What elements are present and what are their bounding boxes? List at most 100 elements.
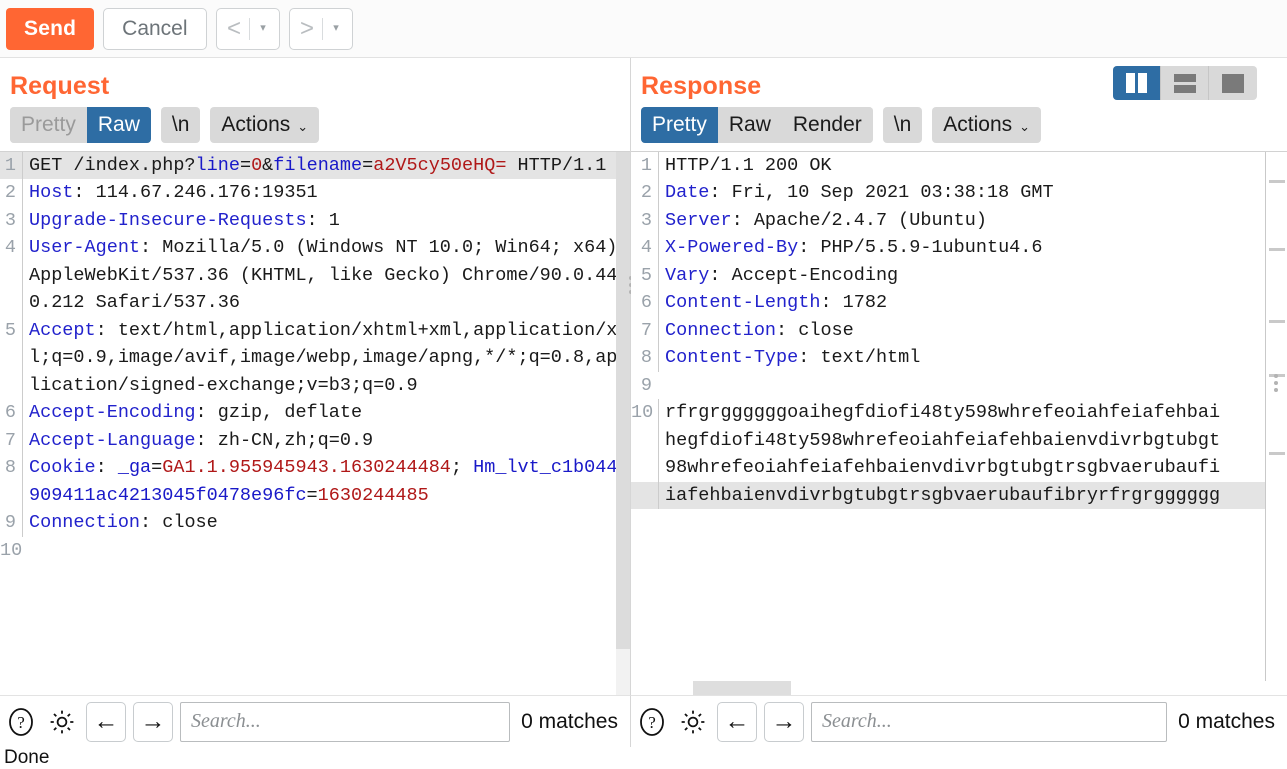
- tab-response-raw[interactable]: Raw: [717, 107, 782, 143]
- status-bar: Done: [0, 747, 1287, 769]
- minimap-handle[interactable]: [1274, 373, 1278, 392]
- cancel-button[interactable]: Cancel: [103, 7, 207, 50]
- split-horizontal-icon: [1173, 73, 1196, 93]
- search-input[interactable]: [180, 701, 511, 742]
- code-line: 6 Accept-Encoding: gzip, deflate: [0, 399, 630, 427]
- scrollbar-thumb[interactable]: [693, 681, 791, 695]
- send-button[interactable]: Send: [6, 7, 95, 50]
- chevron-down-icon[interactable]: ▾: [250, 23, 276, 34]
- split-vertical-icon: [1126, 73, 1147, 93]
- line-number: 10: [0, 539, 23, 561]
- code-line: 9: [631, 372, 1287, 400]
- response-editor[interactable]: 1 HTTP/1.1 200 OK 2 Date: Fri, 10 Sep 2021 …: [631, 151, 1287, 695]
- help-icon[interactable]: ?: [4, 705, 38, 739]
- code-line: 5 Accept: text/html,application/xhtml+xml…: [0, 316, 630, 400]
- scrollbar-thumb[interactable]: [616, 151, 630, 649]
- code-text: Accept-Language: zh-CN,zh;q=0.9: [22, 426, 630, 455]
- editor-panes: Request Pretty Raw \n Actions ⌄ 1 GET /ind…: [0, 58, 1287, 695]
- code-line: hegfdiofi48ty598whrefeoiahfeiafehbaienvd…: [631, 426, 1287, 455]
- next-request-button[interactable]: > ▾: [288, 7, 353, 50]
- gear-icon[interactable]: [676, 705, 710, 739]
- response-tabstrip: Pretty Raw Render \n Actions ⌄: [631, 107, 1287, 151]
- dot: [1274, 380, 1278, 385]
- line-number: 10: [631, 402, 654, 424]
- response-view-tabs: Pretty Raw Render: [641, 107, 873, 143]
- line-number: 5: [640, 264, 652, 286]
- request-view-tabs: Pretty Raw: [10, 107, 151, 143]
- tab-response-newline[interactable]: \n: [882, 107, 923, 143]
- search-next-button[interactable]: →: [764, 701, 804, 742]
- request-search-bar: ? ← → 0 matches: [0, 695, 630, 747]
- search-prev-button[interactable]: ←: [86, 701, 126, 742]
- line-number: 9: [4, 512, 16, 534]
- response-horizontal-scrollbar[interactable]: [631, 681, 1287, 695]
- code-text: Content-Length: 1782: [658, 289, 1287, 317]
- code-text: iafehbaienvdivrbgtubgtrsgbvaerubaufibryr…: [658, 481, 1287, 510]
- line-number: 3: [640, 209, 652, 231]
- code-line: 2 Date: Fri, 10 Sep 2021 03:38:18 GMT: [631, 179, 1287, 207]
- match-count: 0 matches: [1178, 709, 1275, 733]
- request-tabstrip: Pretty Raw \n Actions ⌄: [0, 107, 630, 151]
- line-number: 2: [640, 182, 652, 204]
- code-text: Connection: close: [22, 509, 630, 537]
- code-line: 3 Upgrade-Insecure-Requests: 1: [0, 206, 630, 235]
- code-line: 9 Connection: close: [0, 509, 630, 537]
- tab-request-actions[interactable]: Actions ⌄: [210, 107, 320, 143]
- code-line: 2 Host: 114.67.246.176:19351: [0, 179, 630, 207]
- request-vertical-scrollbar[interactable]: [616, 151, 630, 695]
- tab-response-pretty[interactable]: Pretty: [641, 107, 718, 143]
- response-actions-tab: Actions ⌄: [932, 107, 1042, 143]
- tab-response-render[interactable]: Render: [781, 107, 873, 143]
- code-line: 4 User-Agent: Mozilla/5.0 (Windows NT 10.…: [0, 234, 630, 317]
- code-line: 5 Vary: Accept-Encoding: [631, 261, 1287, 290]
- code-text: Date: Fri, 10 Sep 2021 03:38:18 GMT: [658, 179, 1287, 207]
- match-count: 0 matches: [521, 709, 618, 733]
- top-toolbar: Send Cancel < ▾ > ▾: [0, 0, 1287, 58]
- layout-single-button[interactable]: [1209, 66, 1257, 100]
- svg-text:?: ?: [17, 713, 25, 732]
- line-number: 6: [4, 402, 16, 424]
- help-icon[interactable]: ?: [635, 705, 669, 739]
- tab-request-newline[interactable]: \n: [160, 107, 201, 143]
- svg-text:?: ?: [648, 713, 656, 732]
- tab-request-pretty[interactable]: Pretty: [10, 107, 87, 143]
- line-number: 5: [4, 319, 16, 341]
- line-number: 7: [4, 429, 16, 451]
- search-next-button[interactable]: →: [133, 701, 173, 742]
- request-panel: Request Pretty Raw \n Actions ⌄ 1 GET /ind…: [0, 58, 630, 695]
- line-number: 1: [4, 154, 16, 176]
- tab-request-raw[interactable]: Raw: [86, 107, 151, 143]
- code-text: 98whrefeoiahfeiafehbaienvdivrbgtubgtrsgb…: [658, 454, 1287, 482]
- response-editor-wrap: 1 HTTP/1.1 200 OK 2 Date: Fri, 10 Sep 2021 …: [631, 150, 1287, 695]
- chevron-down-icon: ⌄: [297, 119, 309, 134]
- layout-stacked-button[interactable]: [1161, 66, 1209, 100]
- line-number: 4: [640, 237, 652, 259]
- prev-request-button[interactable]: < ▾: [215, 7, 280, 50]
- code-line: 1 HTTP/1.1 200 OK: [631, 151, 1287, 180]
- code-line: 7 Accept-Language: zh-CN,zh;q=0.9: [0, 426, 630, 455]
- line-number: 8: [4, 457, 16, 479]
- code-line: 10: [0, 537, 630, 565]
- line-number: 6: [640, 292, 652, 314]
- chevron-down-icon[interactable]: ▾: [323, 23, 349, 34]
- code-line: 4 X-Powered-By: PHP/5.5.9-1ubuntu4.6: [631, 234, 1287, 262]
- tab-response-actions[interactable]: Actions ⌄: [932, 107, 1042, 143]
- request-title: Request: [10, 72, 110, 100]
- search-input[interactable]: [811, 701, 1168, 742]
- request-editor[interactable]: 1 GET /index.php?line=0&filename=a2V5cy50…: [0, 151, 630, 695]
- search-prev-button[interactable]: ←: [717, 701, 757, 742]
- code-text: User-Agent: Mozilla/5.0 (Windows NT 10.0…: [22, 234, 630, 317]
- code-line: 6 Content-Length: 1782: [631, 289, 1287, 317]
- search-bars: ? ← → 0 matches ? ← → 0 matches: [0, 695, 1287, 747]
- single-pane-icon: [1222, 73, 1244, 93]
- layout-side-by-side-button[interactable]: [1113, 66, 1161, 100]
- line-number: 1: [640, 154, 652, 176]
- code-text: X-Powered-By: PHP/5.5.9-1ubuntu4.6: [658, 234, 1287, 262]
- gear-icon[interactable]: [45, 705, 79, 739]
- response-minimap[interactable]: [1265, 151, 1287, 695]
- code-text: Cookie: _ga=GA1.1.955945943.1630244484; …: [22, 454, 630, 510]
- chevron-left-icon: <: [227, 14, 242, 42]
- code-text: rfrgrggggggoaihegfdiofi48ty598whrefeoiah…: [658, 399, 1287, 427]
- line-number: 8: [640, 347, 652, 369]
- code-line: 3 Server: Apache/2.4.7 (Ubuntu): [631, 206, 1287, 235]
